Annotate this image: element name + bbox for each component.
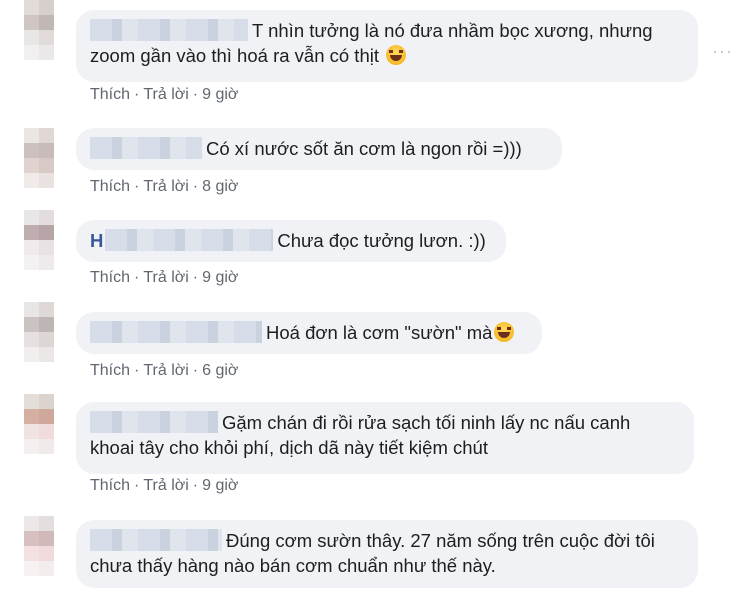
- avatar[interactable]: [24, 0, 54, 60]
- dot-separator: ·: [134, 269, 140, 286]
- commenter-name-initial[interactable]: H: [90, 230, 103, 251]
- comment-timestamp[interactable]: 9 giờ: [202, 269, 238, 286]
- dot-separator: ·: [192, 86, 199, 103]
- reply-link[interactable]: Trả lời: [143, 477, 188, 494]
- like-link[interactable]: Thích: [90, 178, 130, 195]
- comment-text-line: Hoá đơn là cơm "sườn" mà: [266, 322, 493, 343]
- comment-text-line: Chưa đọc tưởng lươn. :)): [277, 230, 486, 251]
- avatar[interactable]: [24, 516, 54, 576]
- comment-timestamp[interactable]: 6 giờ: [202, 362, 238, 379]
- like-link[interactable]: Thích: [90, 477, 130, 494]
- comment-timestamp[interactable]: 8 giờ: [202, 178, 238, 195]
- avatar[interactable]: [24, 394, 54, 454]
- comment-bubble: Có xí nước sốt ăn cơm là ngon rồi =))): [76, 128, 562, 170]
- comment-actions: Thích · Trả lời · 9 giờ: [90, 477, 238, 495]
- dot-separator: ·: [192, 269, 199, 286]
- commenter-name-blurred[interactable]: [90, 19, 248, 41]
- comment-actions: Thích · Trả lời · 6 giờ: [90, 362, 238, 380]
- reply-link[interactable]: Trả lời: [143, 178, 188, 195]
- like-link[interactable]: Thích: [90, 362, 130, 379]
- commenter-name-blurred[interactable]: [90, 137, 202, 159]
- comment-text-line: zoom gần vào thì hoá ra vẫn có thịt: [90, 45, 379, 66]
- comment-bubble: Hoá đơn là cơm "sườn" mà: [76, 312, 542, 354]
- commenter-name-blurred[interactable]: [90, 321, 262, 343]
- comment-bubble: Gặm chán đi rồi rửa sạch tối ninh lấy nc…: [76, 402, 694, 474]
- dot-separator: ·: [192, 477, 199, 494]
- dot-separator: ·: [134, 477, 140, 494]
- rolling-laughing-emoji-icon: [386, 45, 407, 65]
- dot-separator: ·: [134, 86, 140, 103]
- reply-link[interactable]: Trả lời: [143, 362, 188, 379]
- comment-actions: Thích · Trả lời · 9 giờ: [90, 86, 238, 104]
- avatar[interactable]: [24, 128, 54, 188]
- dot-separator: ·: [134, 178, 140, 195]
- comment-text-line: Có xí nước sốt ăn cơm là ngon rồi =))): [206, 138, 522, 159]
- comment-text-line: T nhìn tưởng là nó đưa nhầm bọc xương, n…: [252, 20, 653, 41]
- commenter-name-blurred[interactable]: [105, 229, 274, 251]
- comment-text-line: Gặm chán đi rồi rửa sạch tối ninh lấy nc…: [222, 412, 631, 433]
- commenter-name-blurred[interactable]: [90, 529, 222, 551]
- dot-separator: ·: [134, 362, 140, 379]
- comment-text-line: chưa thấy hàng nào bán cơm chuẩn như thế…: [90, 555, 496, 576]
- dot-separator: ·: [192, 362, 199, 379]
- reply-link[interactable]: Trả lời: [143, 269, 188, 286]
- comment-text-line: Đúng cơm sườn thây. 27 năm sống trên cuộ…: [226, 530, 655, 551]
- reply-link[interactable]: Trả lời: [143, 86, 188, 103]
- commenter-name-blurred[interactable]: [90, 411, 218, 433]
- comment-actions: Thích · Trả lời · 8 giờ: [90, 178, 238, 196]
- comment-text-line: khoai tây cho khỏi phí, dịch dã này tiết…: [90, 437, 488, 458]
- rolling-laughing-emoji-icon: [494, 322, 515, 342]
- like-link[interactable]: Thích: [90, 86, 130, 103]
- comment-bubble: Đúng cơm sườn thây. 27 năm sống trên cuộ…: [76, 520, 698, 588]
- avatar[interactable]: [24, 302, 54, 362]
- comment-timestamp[interactable]: 9 giờ: [202, 477, 238, 494]
- like-link[interactable]: Thích: [90, 269, 130, 286]
- dot-separator: ·: [192, 178, 199, 195]
- avatar[interactable]: [24, 210, 54, 270]
- comment-bubble: T nhìn tưởng là nó đưa nhầm bọc xương, n…: [76, 10, 698, 82]
- more-options-icon[interactable]: ···: [712, 41, 733, 62]
- comment-bubble: H Chưa đọc tưởng lươn. :)): [76, 220, 506, 262]
- comment-actions: Thích · Trả lời · 9 giờ: [90, 269, 238, 287]
- comment-timestamp[interactable]: 9 giờ: [202, 86, 238, 103]
